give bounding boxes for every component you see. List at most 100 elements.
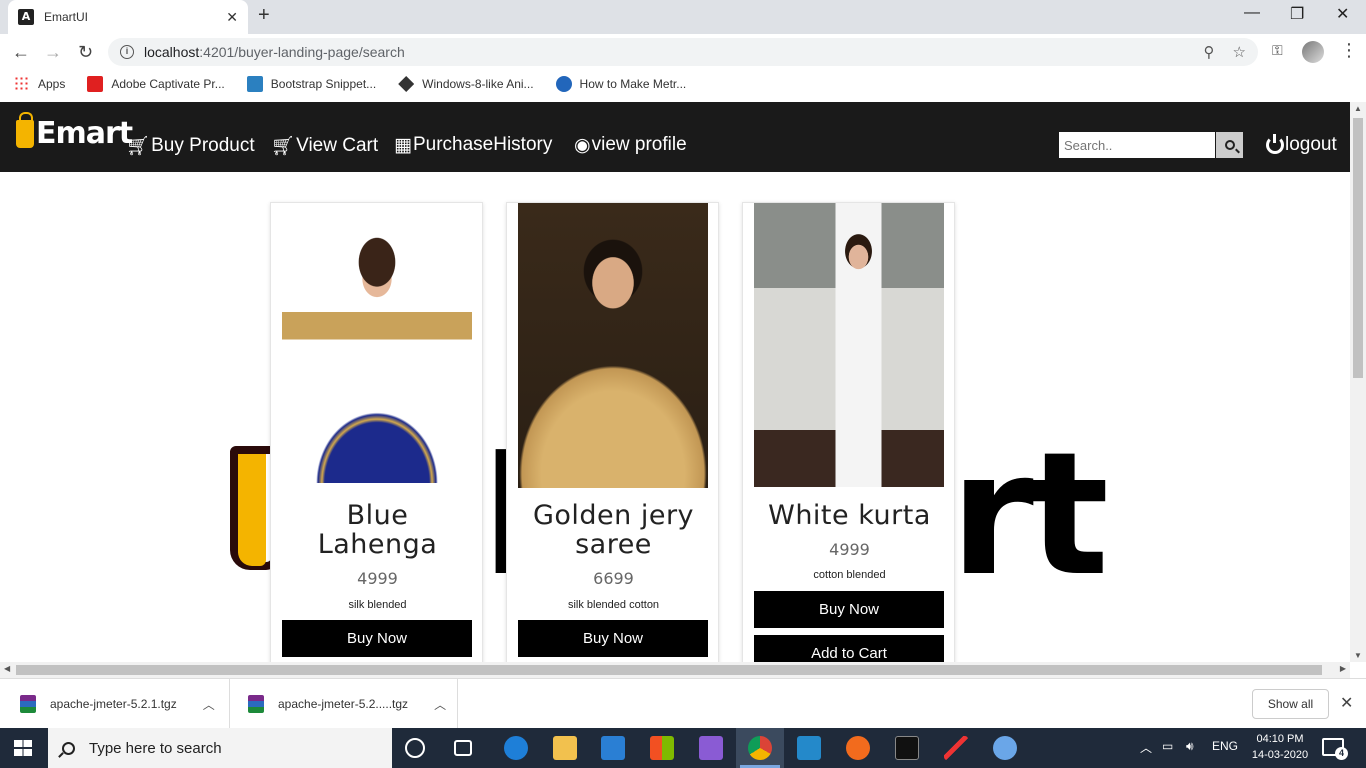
- bookmark-star-icon[interactable]: ☆: [1233, 43, 1246, 61]
- show-hidden-icons-chevron[interactable]: ︿: [1140, 739, 1152, 756]
- url-text: localhost:4201/buyer-landing-page/search: [144, 44, 1186, 60]
- paint-icon[interactable]: [944, 736, 968, 760]
- scrollbar-thumb[interactable]: [1353, 118, 1363, 378]
- nav-view-cart[interactable]: 🛒︎ View Cart: [271, 134, 378, 158]
- search-button[interactable]: [1216, 132, 1243, 158]
- mail-icon[interactable]: [601, 736, 625, 760]
- cortana-icon[interactable]: [405, 738, 425, 758]
- product-search-input[interactable]: [1059, 132, 1215, 158]
- zoom-icon[interactable]: ⚲: [1204, 43, 1215, 61]
- product-name-line-1: Blue: [346, 500, 409, 531]
- clock-time: 04:10 PM: [1256, 733, 1304, 745]
- reload-icon[interactable]: ↻: [78, 42, 93, 63]
- angular-favicon-icon: A: [18, 9, 34, 25]
- system-clock[interactable]: 04:10 PM 14-03-2020: [1248, 731, 1312, 763]
- logout-label: logout: [1285, 134, 1337, 155]
- download-filename: apache-jmeter-5.2.....tgz: [278, 697, 409, 711]
- browser-menu-icon[interactable]: ⋮: [1340, 40, 1358, 61]
- close-downloads-icon[interactable]: ✕: [1340, 693, 1353, 713]
- volume-icon[interactable]: 🔊︎: [1186, 739, 1194, 754]
- download-filename: apache-jmeter-5.2.1.tgz: [50, 697, 177, 711]
- tab-title: EmartUI: [44, 10, 89, 24]
- close-tab-icon[interactable]: ✕: [226, 9, 238, 26]
- bookmark-adobe-captivate[interactable]: Adobe Captivate Pr...: [87, 76, 225, 92]
- scroll-up-arrow-icon[interactable]: ▲: [1354, 104, 1362, 113]
- product-image[interactable]: [282, 207, 472, 483]
- bootstrap-icon: [246, 76, 263, 92]
- horizontal-scrollbar[interactable]: ◀ ▶: [0, 662, 1350, 678]
- apps-grid-icon: [14, 76, 30, 92]
- minimize-window-button[interactable]: —: [1244, 4, 1260, 22]
- product-image[interactable]: [518, 203, 708, 488]
- nav-purchase-history[interactable]: ▦ PurchaseHistory: [394, 134, 552, 156]
- nav-label: PurchaseHistory: [412, 134, 553, 155]
- buy-now-button[interactable]: Buy Now: [518, 620, 708, 657]
- visual-studio-icon[interactable]: [699, 736, 723, 760]
- nav-label: view profile: [591, 134, 687, 155]
- new-tab-button[interactable]: +: [258, 4, 270, 27]
- download-item[interactable]: apache-jmeter-5.2.....tgz ︿: [230, 679, 458, 729]
- nav-view-profile[interactable]: ◉ view profile: [574, 134, 687, 156]
- task-view-icon[interactable]: [454, 740, 472, 756]
- edge-icon[interactable]: [504, 736, 528, 760]
- show-all-downloads-button[interactable]: Show all: [1252, 689, 1329, 719]
- product-image[interactable]: [754, 203, 944, 487]
- store-icon[interactable]: [650, 736, 674, 760]
- vertical-scrollbar[interactable]: ▲ ▼: [1350, 102, 1366, 662]
- forward-arrow-icon[interactable]: →: [44, 42, 62, 63]
- taskbar-search-box[interactable]: Type here to search: [48, 728, 392, 768]
- back-arrow-icon[interactable]: ←: [12, 42, 30, 63]
- download-item[interactable]: apache-jmeter-5.2.1.tgz ︿: [0, 679, 230, 729]
- product-price: 6699: [593, 569, 634, 588]
- cart-icon: 🛒︎: [271, 135, 296, 157]
- logout-button[interactable]: logout: [1266, 134, 1337, 156]
- postman-icon[interactable]: [846, 736, 870, 760]
- terminal-icon[interactable]: [895, 736, 919, 760]
- bookmark-apps[interactable]: Apps: [14, 76, 65, 92]
- buy-now-button[interactable]: Buy Now: [754, 591, 944, 628]
- docker-icon[interactable]: [993, 736, 1017, 760]
- close-window-button[interactable]: ✕: [1336, 4, 1349, 24]
- file-explorer-icon[interactable]: [553, 736, 577, 760]
- product-card: Blue Lahenga 4999 silk blended Buy Now: [270, 202, 483, 662]
- diamond-icon: [398, 76, 415, 92]
- maximize-window-button[interactable]: ❐: [1290, 4, 1304, 24]
- windows-start-icon[interactable]: [14, 740, 32, 756]
- add-to-cart-button[interactable]: Add to Cart: [754, 635, 944, 662]
- address-bar[interactable]: i localhost:4201/buyer-landing-page/sear…: [108, 38, 1258, 66]
- scrollbar-thumb[interactable]: [16, 665, 1322, 675]
- scroll-left-arrow-icon[interactable]: ◀: [4, 664, 10, 673]
- vscode-icon[interactable]: [797, 736, 821, 760]
- product-price: 4999: [357, 569, 398, 588]
- scroll-right-arrow-icon[interactable]: ▶: [1340, 664, 1346, 673]
- bookmark-label: Bootstrap Snippet...: [270, 77, 377, 91]
- site-info-icon[interactable]: i: [120, 45, 134, 59]
- product-card: White kurta 4999 cotton blended Buy Now …: [742, 202, 955, 662]
- bookmark-windows8-anim[interactable]: Windows-8-like Ani...: [398, 76, 534, 92]
- product-description: silk blended cotton: [567, 599, 660, 611]
- chevron-up-icon[interactable]: ︿: [434, 696, 446, 713]
- scroll-down-arrow-icon[interactable]: ▼: [1354, 651, 1362, 660]
- passwords-key-icon[interactable]: ⚿: [1272, 42, 1283, 59]
- background-letters-rt: rt: [950, 416, 1109, 614]
- buy-now-button[interactable]: Buy Now: [282, 620, 472, 657]
- action-center-icon[interactable]: 4: [1322, 738, 1348, 760]
- emart-logo[interactable]: Emart: [16, 111, 133, 151]
- windows-taskbar: Type here to search ︿ ▭ 🔊︎ ENG 04:10 PM …: [0, 728, 1366, 768]
- browser-tab[interactable]: A EmartUI ✕: [8, 0, 248, 34]
- chevron-up-icon[interactable]: ︿: [203, 696, 215, 713]
- page-viewport: Emart 🛒︎ Buy Product 🛒︎ View Cart ▦ Purc…: [0, 102, 1350, 662]
- browser-toolbar: ← → ↻ i localhost:4201/buyer-landing-pag…: [0, 34, 1366, 70]
- bookmark-how-to-make-metro[interactable]: How to Make Metr...: [555, 76, 686, 92]
- nav-buy-product[interactable]: 🛒︎ Buy Product: [126, 134, 255, 158]
- network-icon[interactable]: ▭: [1162, 739, 1173, 753]
- profile-avatar[interactable]: [1302, 41, 1324, 63]
- downloads-bar: apache-jmeter-5.2.1.tgz ︿ apache-jmeter-…: [0, 678, 1366, 729]
- product-name-line-1: Golden jery: [532, 500, 695, 531]
- power-icon: [1266, 134, 1284, 154]
- bookmark-bootstrap-snippet[interactable]: Bootstrap Snippet...: [246, 76, 377, 92]
- search-icon: [1224, 140, 1235, 150]
- language-indicator[interactable]: ENG: [1212, 739, 1238, 753]
- eye-icon: ◉: [574, 134, 591, 156]
- chrome-icon[interactable]: [748, 736, 772, 760]
